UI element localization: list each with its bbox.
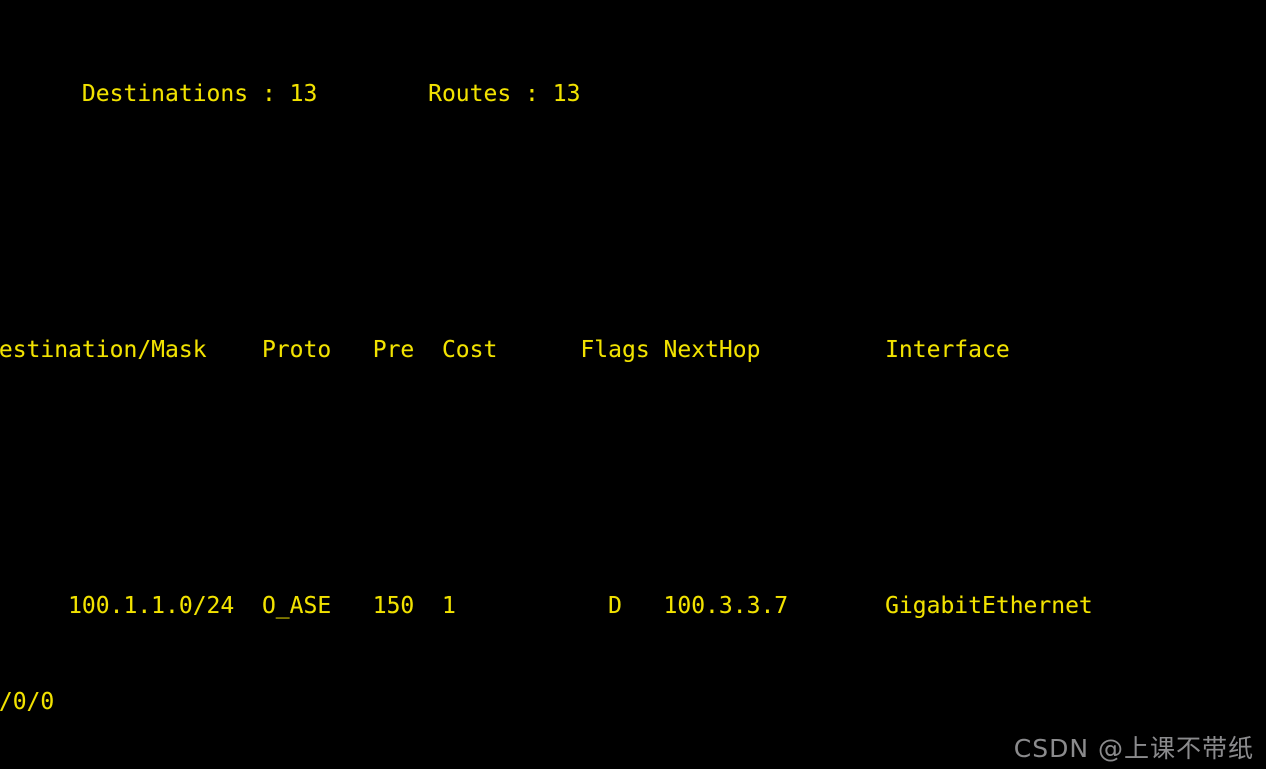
blank-line-2	[0, 462, 1266, 494]
blank-line-1	[0, 206, 1266, 238]
summary-line: Destinations : 13 Routes : 13	[0, 81, 581, 107]
table-row: 100.1.1.0/24 O_ASE 150 1 D 100.3.3.7 Gig…	[0, 593, 1093, 619]
routing-table-output: Destinations : 13 Routes : 13 Destinatio…	[0, 0, 1266, 769]
table-header-row: Destination/Mask Proto Pre Cost Flags Ne…	[0, 337, 1010, 363]
terminal-screen: Destinations : 13 Routes : 13 Destinatio…	[0, 0, 1266, 769]
table-row-wrap: 0/0/0	[0, 689, 55, 715]
